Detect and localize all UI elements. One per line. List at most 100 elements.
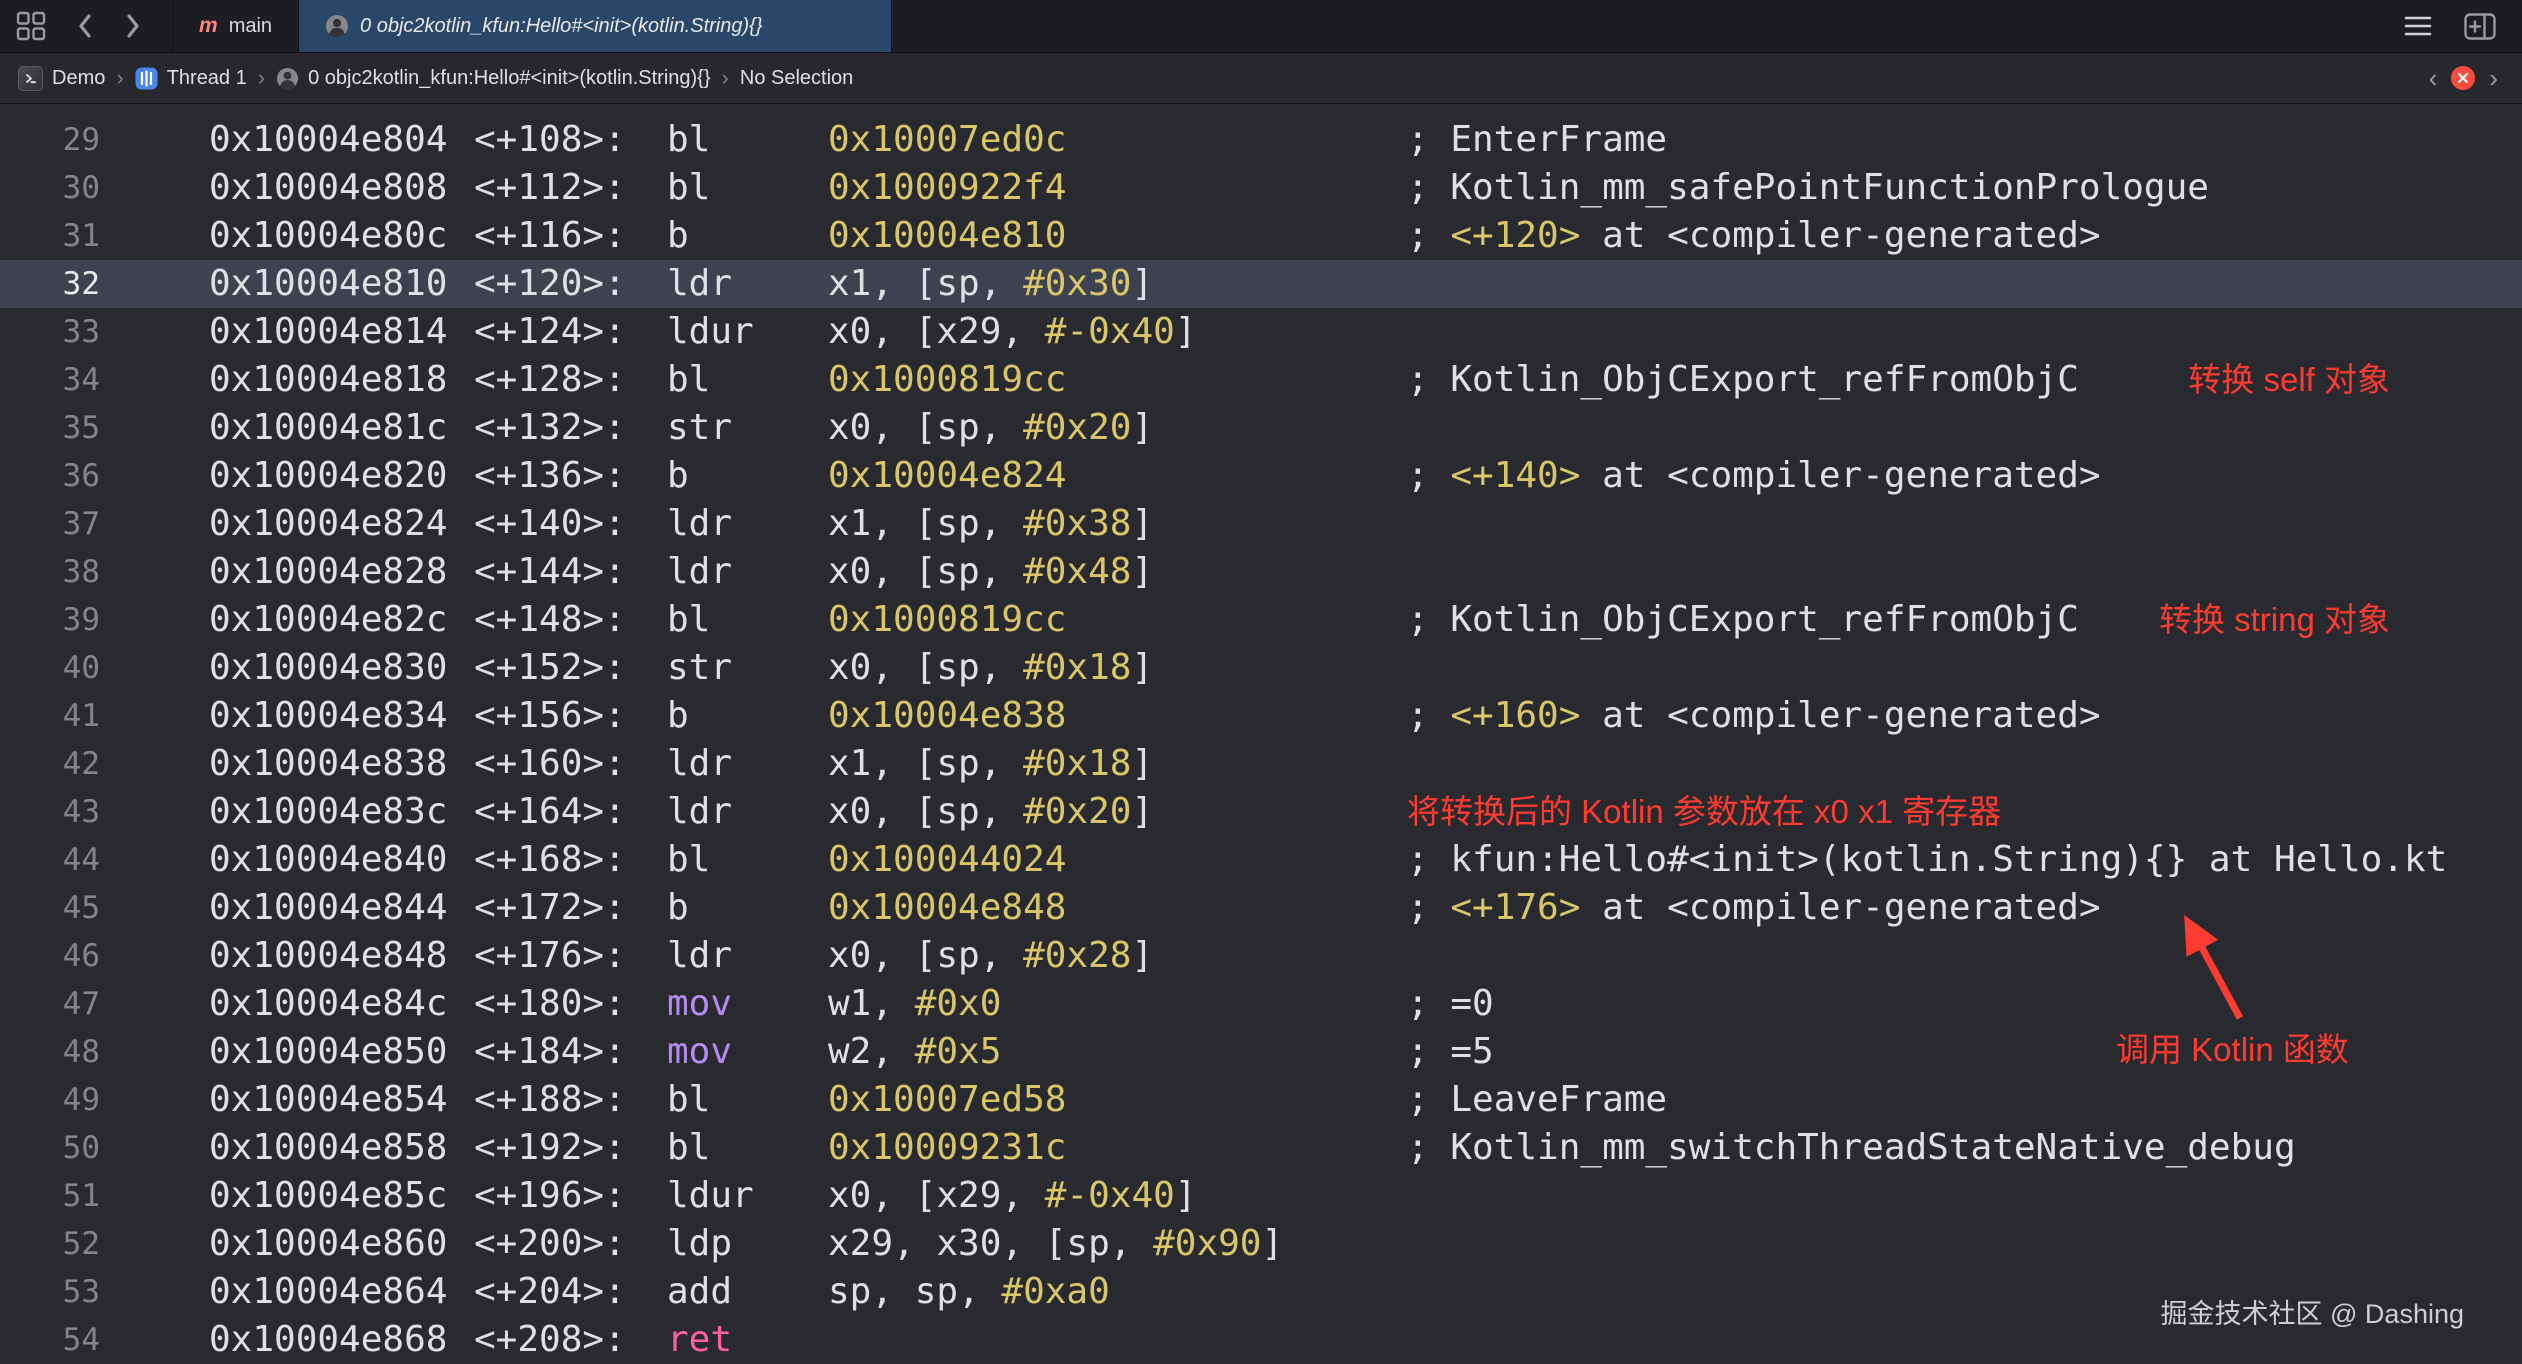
address: 0x10004e844 — [209, 884, 474, 932]
list-menu-icon[interactable] — [2404, 15, 2432, 37]
operands: 0x1000819cc — [828, 356, 1407, 404]
nav-forward-icon[interactable] — [124, 12, 142, 40]
comment: ; Kotlin_mm_safePointFunctionPrologue — [1407, 164, 2522, 212]
asm-row[interactable]: 290x10004e804<+108>:bl0x10007ed0c; Enter… — [0, 116, 2522, 164]
line-number: 50 — [0, 1124, 100, 1172]
mnemonic: bl — [667, 1076, 828, 1124]
red-annotation-text: 将转换后的 Kotlin 参数放在 x0 x1 寄存器 — [1407, 793, 2001, 830]
jumpbar-project[interactable]: Demo — [18, 66, 105, 91]
address: 0x10004e854 — [209, 1076, 474, 1124]
offset: <+124>: — [474, 308, 667, 356]
asm-row[interactable]: 490x10004e854<+188>:bl0x10007ed58; Leave… — [0, 1076, 2522, 1124]
code-segment: 0x10004e838 — [828, 695, 1066, 736]
asm-row[interactable]: 310x10004e80c<+116>:b0x10004e810; <+120>… — [0, 212, 2522, 260]
line-number: 42 — [0, 740, 100, 788]
code-segment: #-0x40 — [1045, 311, 1175, 352]
jumpbar-thread[interactable]: Thread 1 — [135, 67, 247, 90]
comment: ; kfun:Hello#<init>(kotlin.String){} at … — [1407, 836, 2522, 884]
operands: 0x10004e824 — [828, 452, 1407, 500]
asm-row[interactable]: 370x10004e824<+140>:ldrx1, [sp, #0x38] — [0, 500, 2522, 548]
address: 0x10004e84c — [209, 980, 474, 1028]
asm-row[interactable]: 420x10004e838<+160>:ldrx1, [sp, #0x18] — [0, 740, 2522, 788]
asm-row[interactable]: 470x10004e84c<+180>:movw1, #0x0; =0 — [0, 980, 2522, 1028]
code-segment: #0x20 — [1023, 791, 1131, 832]
address: 0x10004e808 — [209, 164, 474, 212]
line-number: 48 — [0, 1028, 100, 1076]
asm-row[interactable]: 460x10004e848<+176>:ldrx0, [sp, #0x28] — [0, 932, 2522, 980]
comment — [1407, 932, 2522, 980]
jumpbar-frame[interactable]: 0 objc2kotlin_kfun:Hello#<init>(kotlin.S… — [276, 67, 710, 90]
offset: <+188>: — [474, 1076, 667, 1124]
code-segment: sp, sp, — [828, 1271, 1001, 1312]
asm-row[interactable]: 530x10004e864<+204>:addsp, sp, #0xa0 — [0, 1268, 2522, 1316]
code-segment: #0x30 — [1023, 263, 1131, 304]
comment — [1407, 548, 2522, 596]
address: 0x10004e80c — [209, 212, 474, 260]
jumpbar-frame-label: 0 objc2kotlin_kfun:Hello#<init>(kotlin.S… — [308, 67, 710, 90]
asm-row[interactable]: 350x10004e81c<+132>:strx0, [sp, #0x20] — [0, 404, 2522, 452]
asm-row-selected[interactable]: 320x10004e810<+120>:ldrx1, [sp, #0x30] — [0, 260, 2522, 308]
thread-icon — [135, 67, 158, 90]
asm-row[interactable]: 380x10004e828<+144>:ldrx0, [sp, #0x48] — [0, 548, 2522, 596]
operands: 0x1000922f4 — [828, 164, 1407, 212]
jumpbar-back-icon[interactable]: ‹ — [2429, 65, 2438, 91]
code-segment: ] — [1131, 551, 1153, 592]
code-segment: ; — [1407, 455, 1450, 496]
mnemonic: add — [667, 1268, 828, 1316]
code-segment: ; Kotlin_mm_switchThreadStateNative_debu… — [1407, 1127, 2296, 1168]
asm-row[interactable]: 400x10004e830<+152>:strx0, [sp, #0x18] — [0, 644, 2522, 692]
address: 0x10004e830 — [209, 644, 474, 692]
window-nav-controls — [0, 0, 172, 52]
code-segment: ; — [1407, 695, 1450, 736]
add-editor-icon[interactable] — [2464, 13, 2496, 40]
offset: <+148>: — [474, 596, 667, 644]
jumpbar-selection[interactable]: No Selection — [740, 67, 853, 90]
asm-row[interactable]: 340x10004e818<+128>:bl0x1000819cc; Kotli… — [0, 356, 2522, 404]
code-segment: 0x10004e810 — [828, 215, 1066, 256]
asm-rows: 290x10004e804<+108>:bl0x10007ed0c; Enter… — [0, 116, 2522, 1364]
asm-row[interactable]: 430x10004e83c<+164>:ldrx0, [sp, #0x20]将转… — [0, 788, 2522, 836]
code-segment: #0x18 — [1023, 743, 1131, 784]
jumpbar-forward-icon[interactable]: › — [2489, 65, 2498, 91]
offset: <+116>: — [474, 212, 667, 260]
line-number: 29 — [0, 116, 100, 164]
asm-row[interactable]: 480x10004e850<+184>:movw2, #0x5; =5 — [0, 1028, 2522, 1076]
code-segment: #0xa0 — [1001, 1271, 1109, 1312]
editor-layout-icon[interactable] — [16, 11, 46, 41]
code-segment: ; =0 — [1407, 983, 1494, 1024]
asm-row[interactable]: 390x10004e82c<+148>:bl0x1000819cc; Kotli… — [0, 596, 2522, 644]
address: 0x10004e85c — [209, 1172, 474, 1220]
address: 0x10004e810 — [209, 260, 474, 308]
tab-main[interactable]: m main — [172, 0, 299, 52]
code-segment: x1, [sp, — [828, 743, 1023, 784]
close-error-icon[interactable] — [2451, 66, 2475, 90]
asm-row[interactable]: 440x10004e840<+168>:bl0x100044024; kfun:… — [0, 836, 2522, 884]
asm-row[interactable]: 450x10004e844<+172>:b0x10004e848; <+176>… — [0, 884, 2522, 932]
asm-row[interactable]: 510x10004e85c<+196>:ldurx0, [x29, #-0x40… — [0, 1172, 2522, 1220]
nav-back-icon[interactable] — [76, 12, 94, 40]
line-number: 35 — [0, 404, 100, 452]
asm-row[interactable]: 410x10004e834<+156>:b0x10004e838; <+160>… — [0, 692, 2522, 740]
operands: x0, [sp, #0x18] — [828, 644, 1407, 692]
code-segment: #0x5 — [915, 1031, 1002, 1072]
asm-row[interactable]: 330x10004e814<+124>:ldurx0, [x29, #-0x40… — [0, 308, 2522, 356]
asm-row[interactable]: 500x10004e858<+192>:bl0x10009231c; Kotli… — [0, 1124, 2522, 1172]
line-number: 43 — [0, 788, 100, 836]
asm-row[interactable]: 540x10004e868<+208>:ret — [0, 1316, 2522, 1364]
offset: <+112>: — [474, 164, 667, 212]
code-segment: ] — [1131, 263, 1153, 304]
code-segment: ] — [1131, 935, 1153, 976]
mnemonic: b — [667, 452, 828, 500]
mnemonic: ldr — [667, 788, 828, 836]
asm-row[interactable]: 360x10004e820<+136>:b0x10004e824; <+140>… — [0, 452, 2522, 500]
tab-active-frame[interactable]: 0 objc2kotlin_kfun:Hello#<init>(kotlin.S… — [299, 0, 892, 52]
asm-row[interactable]: 520x10004e860<+200>:ldpx29, x30, [sp, #0… — [0, 1220, 2522, 1268]
operands: sp, sp, #0xa0 — [828, 1268, 1407, 1316]
code-segment: ] — [1261, 1223, 1283, 1264]
asm-row[interactable]: 300x10004e808<+112>:bl0x1000922f4; Kotli… — [0, 164, 2522, 212]
mnemonic: ldur — [667, 308, 828, 356]
jump-bar: Demo › Thread 1 › 0 objc2kotlin_kfun:Hel… — [0, 53, 2522, 104]
mnemonic: b — [667, 212, 828, 260]
disassembly-view[interactable]: 290x10004e804<+108>:bl0x10007ed0c; Enter… — [0, 104, 2522, 1364]
line-number: 34 — [0, 356, 100, 404]
